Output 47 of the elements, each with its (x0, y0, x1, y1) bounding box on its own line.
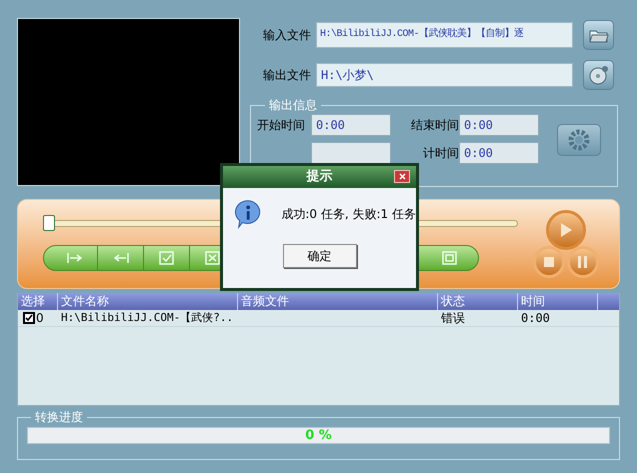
settings-icon (567, 128, 591, 152)
row-checkbox[interactable] (23, 312, 35, 324)
field-label: 计时间 (422, 145, 459, 162)
play-button[interactable] (546, 210, 586, 250)
close-button[interactable] (394, 170, 410, 183)
output-info-title: 输出信息 (268, 97, 318, 114)
stop-button[interactable] (533, 246, 565, 278)
progress-title: 转换进度 (34, 409, 84, 426)
pause-button[interactable] (567, 246, 599, 278)
disc-icon (588, 65, 608, 85)
text-field[interactable]: 0:00 (459, 142, 539, 164)
text-field[interactable] (311, 142, 391, 164)
play-icon (559, 222, 573, 238)
field-label: 开始时间 (257, 117, 306, 134)
text-field[interactable]: 0:00 (459, 114, 539, 136)
column-header[interactable]: 文件名称 (58, 293, 238, 310)
stop-icon (544, 257, 554, 267)
timeline-thumb[interactable] (43, 215, 55, 231)
table-cell-text: 0:00 (520, 310, 551, 327)
table-cell-text: H:\BilibiliJJ.COM-【武侠?.. (60, 310, 234, 326)
progress-reading: 0 % (305, 428, 332, 443)
box-x-icon (204, 251, 222, 265)
output-folder-button[interactable] (583, 60, 614, 90)
output-file-field[interactable]: H:\小梦\ (316, 63, 573, 87)
mark-out-icon (112, 251, 130, 265)
pause-icon (578, 256, 588, 268)
table-cell-text: 错误 (440, 310, 466, 327)
input-file-label: 输入文件 (262, 27, 312, 44)
ok-button[interactable]: 确定 (282, 244, 356, 268)
field-label: 结束时间 (410, 117, 459, 134)
column-header[interactable]: 时间 (518, 293, 598, 310)
settings-button[interactable] (557, 124, 601, 156)
column-header[interactable]: 选择 (18, 293, 58, 310)
input-file-field[interactable]: H:\BilibiliJJ.COM-【武侠耽美】【自制】逐 (316, 22, 573, 48)
dialog-message: 成功:0 任务, 失败:1 任务 (281, 206, 416, 223)
close-icon (398, 173, 406, 180)
check-icon (25, 314, 33, 322)
column-header[interactable]: 音频文件 (238, 293, 438, 310)
output-file-label: 输出文件 (262, 67, 312, 84)
mark-in-icon (66, 251, 84, 265)
dialog-title: 提示 (306, 168, 332, 186)
checkbox-icon (158, 251, 176, 265)
square-icon (441, 251, 459, 265)
column-header[interactable]: 状态 (438, 293, 518, 310)
row-index: 0 (36, 310, 44, 327)
open-folder-button[interactable] (583, 20, 614, 50)
text-field[interactable]: 0:00 (311, 114, 391, 136)
